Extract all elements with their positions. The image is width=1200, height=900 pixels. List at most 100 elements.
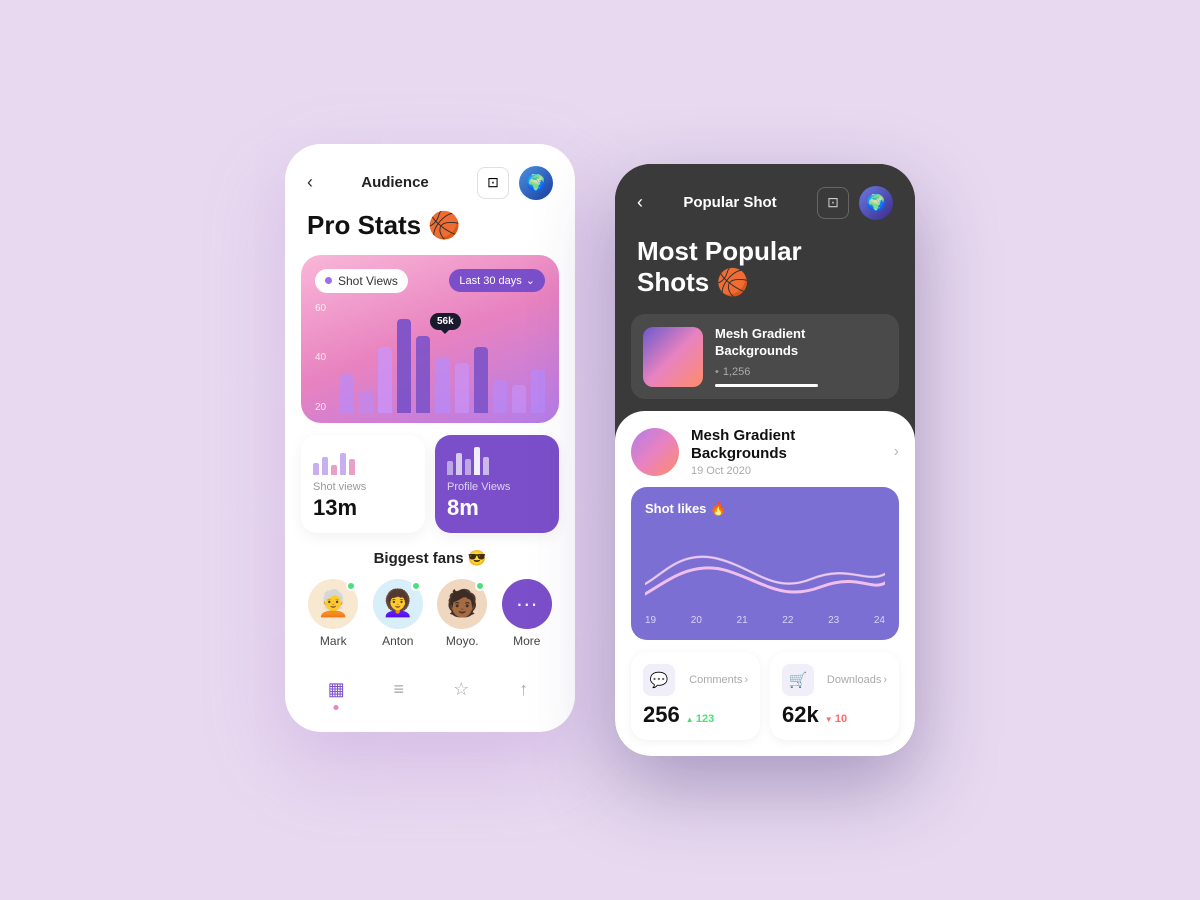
nav-icon-stats[interactable]: ▦ bbox=[318, 672, 354, 708]
comments-value: 256 123 bbox=[643, 702, 748, 728]
x-label-23: 23 bbox=[828, 615, 839, 626]
y-label-20: 20 bbox=[315, 402, 326, 413]
chart-selector: Shot Views Last 30 days ⌄ bbox=[315, 269, 545, 293]
nav-icon-share[interactable]: ↑ bbox=[506, 672, 542, 708]
chart-bar bbox=[455, 363, 469, 413]
comments-card[interactable]: 💬 Comments › 256 123 bbox=[631, 652, 760, 740]
downloads-header: 🛒 Downloads › bbox=[782, 664, 887, 696]
stats-row: Shot views 13m Profile Views 8m bbox=[285, 423, 575, 545]
x-label-24: 24 bbox=[874, 615, 885, 626]
online-dot-mark bbox=[346, 581, 356, 591]
fans-title: Biggest fans 😎 bbox=[285, 545, 575, 579]
fan-moyo: 🧑🏾 Moyo. bbox=[437, 579, 487, 648]
online-dot-moyo bbox=[475, 581, 485, 591]
back-button-right[interactable]: ‹ bbox=[637, 192, 643, 213]
chart-bar bbox=[397, 319, 411, 413]
chart-y-labels: 60 40 20 bbox=[315, 303, 326, 413]
profile-views-card: Profile Views 8m bbox=[435, 435, 559, 533]
bottom-nav: ▦ ≡ ☆ ↑ bbox=[285, 656, 575, 712]
wave-chart bbox=[645, 529, 885, 609]
bottom-stats: 💬 Comments › 256 123 🛒 bbox=[631, 652, 899, 740]
right-header-icons: ⊡ 🌍 bbox=[817, 186, 893, 220]
avatar-left[interactable]: 🌍 bbox=[519, 166, 553, 200]
x-label-22: 22 bbox=[782, 615, 793, 626]
chart-bar bbox=[493, 380, 507, 413]
shot-info: Mesh Gradient Backgrounds • 1,256 bbox=[715, 326, 887, 387]
chart-bar bbox=[531, 369, 545, 413]
downloads-label: Downloads › bbox=[827, 674, 887, 686]
chart-bar bbox=[340, 374, 354, 413]
downloads-card[interactable]: 🛒 Downloads › 62k 10 bbox=[770, 652, 899, 740]
mini-bars-left bbox=[313, 447, 413, 475]
back-button-left[interactable]: ‹ bbox=[307, 172, 313, 193]
shot-views-label-stat: Shot views bbox=[313, 481, 413, 493]
shot-views-card: Shot views 13m bbox=[301, 435, 425, 533]
x-label-19: 19 bbox=[645, 615, 656, 626]
nav-icon-favorites[interactable]: ☆ bbox=[443, 672, 479, 708]
left-header-title: Audience bbox=[361, 174, 429, 191]
shot-circle-icon bbox=[631, 428, 679, 476]
phone-right: ‹ Popular Shot ⊡ 🌍 Most Popular Shots 🏀 … bbox=[615, 164, 915, 756]
fan-name-anton: Anton bbox=[382, 634, 413, 648]
shot-views-value: 13m bbox=[313, 495, 413, 521]
fan-anton: 👩‍🦱 Anton bbox=[373, 579, 423, 648]
y-label-60: 60 bbox=[315, 303, 326, 314]
fan-avatar-mark[interactable]: 🧑‍🦳 bbox=[308, 579, 358, 629]
avatar-right[interactable]: 🌍 bbox=[859, 186, 893, 220]
dot-purple bbox=[325, 277, 332, 284]
left-header-icons: ⊡ 🌍 bbox=[477, 166, 553, 200]
left-header: ‹ Audience ⊡ 🌍 bbox=[285, 144, 575, 210]
downloads-icon: 🛒 bbox=[782, 664, 814, 696]
chart-bar bbox=[359, 391, 373, 413]
fan-avatar-moyo[interactable]: 🧑🏾 bbox=[437, 579, 487, 629]
phones-container: ‹ Audience ⊡ 🌍 Pro Stats 🏀 Shot Views La… bbox=[285, 144, 915, 756]
shot-views-label: Shot Views bbox=[315, 269, 408, 293]
shot-progress-bar bbox=[715, 384, 818, 387]
fan-name-more: More bbox=[513, 634, 540, 648]
right-header-title: Popular Shot bbox=[683, 194, 776, 211]
downloads-value: 62k 10 bbox=[782, 702, 887, 728]
x-label-21: 21 bbox=[737, 615, 748, 626]
days-selector[interactable]: Last 30 days ⌄ bbox=[449, 269, 545, 292]
mini-bars-right bbox=[447, 447, 547, 475]
chart-bar bbox=[512, 385, 526, 413]
profile-views-value: 8m bbox=[447, 495, 547, 521]
right-header: ‹ Popular Shot ⊡ 🌍 bbox=[615, 164, 915, 236]
chart-bar bbox=[416, 336, 430, 413]
shot-detail-row: Mesh Gradient Backgrounds 19 Oct 2020 › bbox=[631, 427, 899, 477]
chart-bar bbox=[474, 347, 488, 413]
top-shot-views: • 1,256 bbox=[715, 366, 887, 378]
phone-left: ‹ Audience ⊡ 🌍 Pro Stats 🏀 Shot Views La… bbox=[285, 144, 575, 732]
top-shot-card[interactable]: Mesh Gradient Backgrounds • 1,256 bbox=[631, 314, 899, 399]
calendar-icon-right[interactable]: ⊡ bbox=[817, 187, 849, 219]
shot-thumbnail bbox=[643, 327, 703, 387]
fan-name-mark: Mark bbox=[320, 634, 347, 648]
fan-avatar-anton[interactable]: 👩‍🦱 bbox=[373, 579, 423, 629]
pro-stats-title: Pro Stats 🏀 bbox=[285, 210, 575, 255]
shot-detail-date: 19 Oct 2020 bbox=[691, 465, 882, 477]
chart-bar bbox=[378, 347, 392, 413]
fan-more: ··· More bbox=[502, 579, 552, 648]
downloads-trend: 10 bbox=[825, 713, 847, 725]
nav-dot bbox=[334, 705, 339, 710]
chart-bar bbox=[435, 358, 449, 413]
most-popular-title: Most Popular Shots 🏀 bbox=[615, 236, 915, 314]
nav-icon-menu[interactable]: ≡ bbox=[381, 672, 417, 708]
profile-views-label: Profile Views bbox=[447, 481, 547, 493]
likes-title: Shot likes 🔥 bbox=[645, 501, 885, 517]
comments-header: 💬 Comments › bbox=[643, 664, 748, 696]
chevron-right-icon[interactable]: › bbox=[894, 443, 899, 461]
fan-name-moyo: Moyo. bbox=[446, 634, 479, 648]
online-dot-anton bbox=[411, 581, 421, 591]
tooltip-bubble: 56k bbox=[430, 313, 461, 330]
chart-x-labels: 19 20 21 22 23 24 bbox=[645, 615, 885, 626]
top-shot-title: Mesh Gradient Backgrounds bbox=[715, 326, 887, 360]
comments-label: Comments › bbox=[689, 674, 748, 686]
comments-trend: 123 bbox=[686, 713, 715, 725]
fans-row: 🧑‍🦳 Mark 👩‍🦱 Anton 🧑🏾 Moyo. bbox=[285, 579, 575, 648]
fan-avatar-more[interactable]: ··· bbox=[502, 579, 552, 629]
y-label-40: 40 bbox=[315, 352, 326, 363]
chart-area: 60 40 20 56k bbox=[315, 303, 545, 413]
calendar-icon[interactable]: ⊡ bbox=[477, 167, 509, 199]
comments-icon: 💬 bbox=[643, 664, 675, 696]
